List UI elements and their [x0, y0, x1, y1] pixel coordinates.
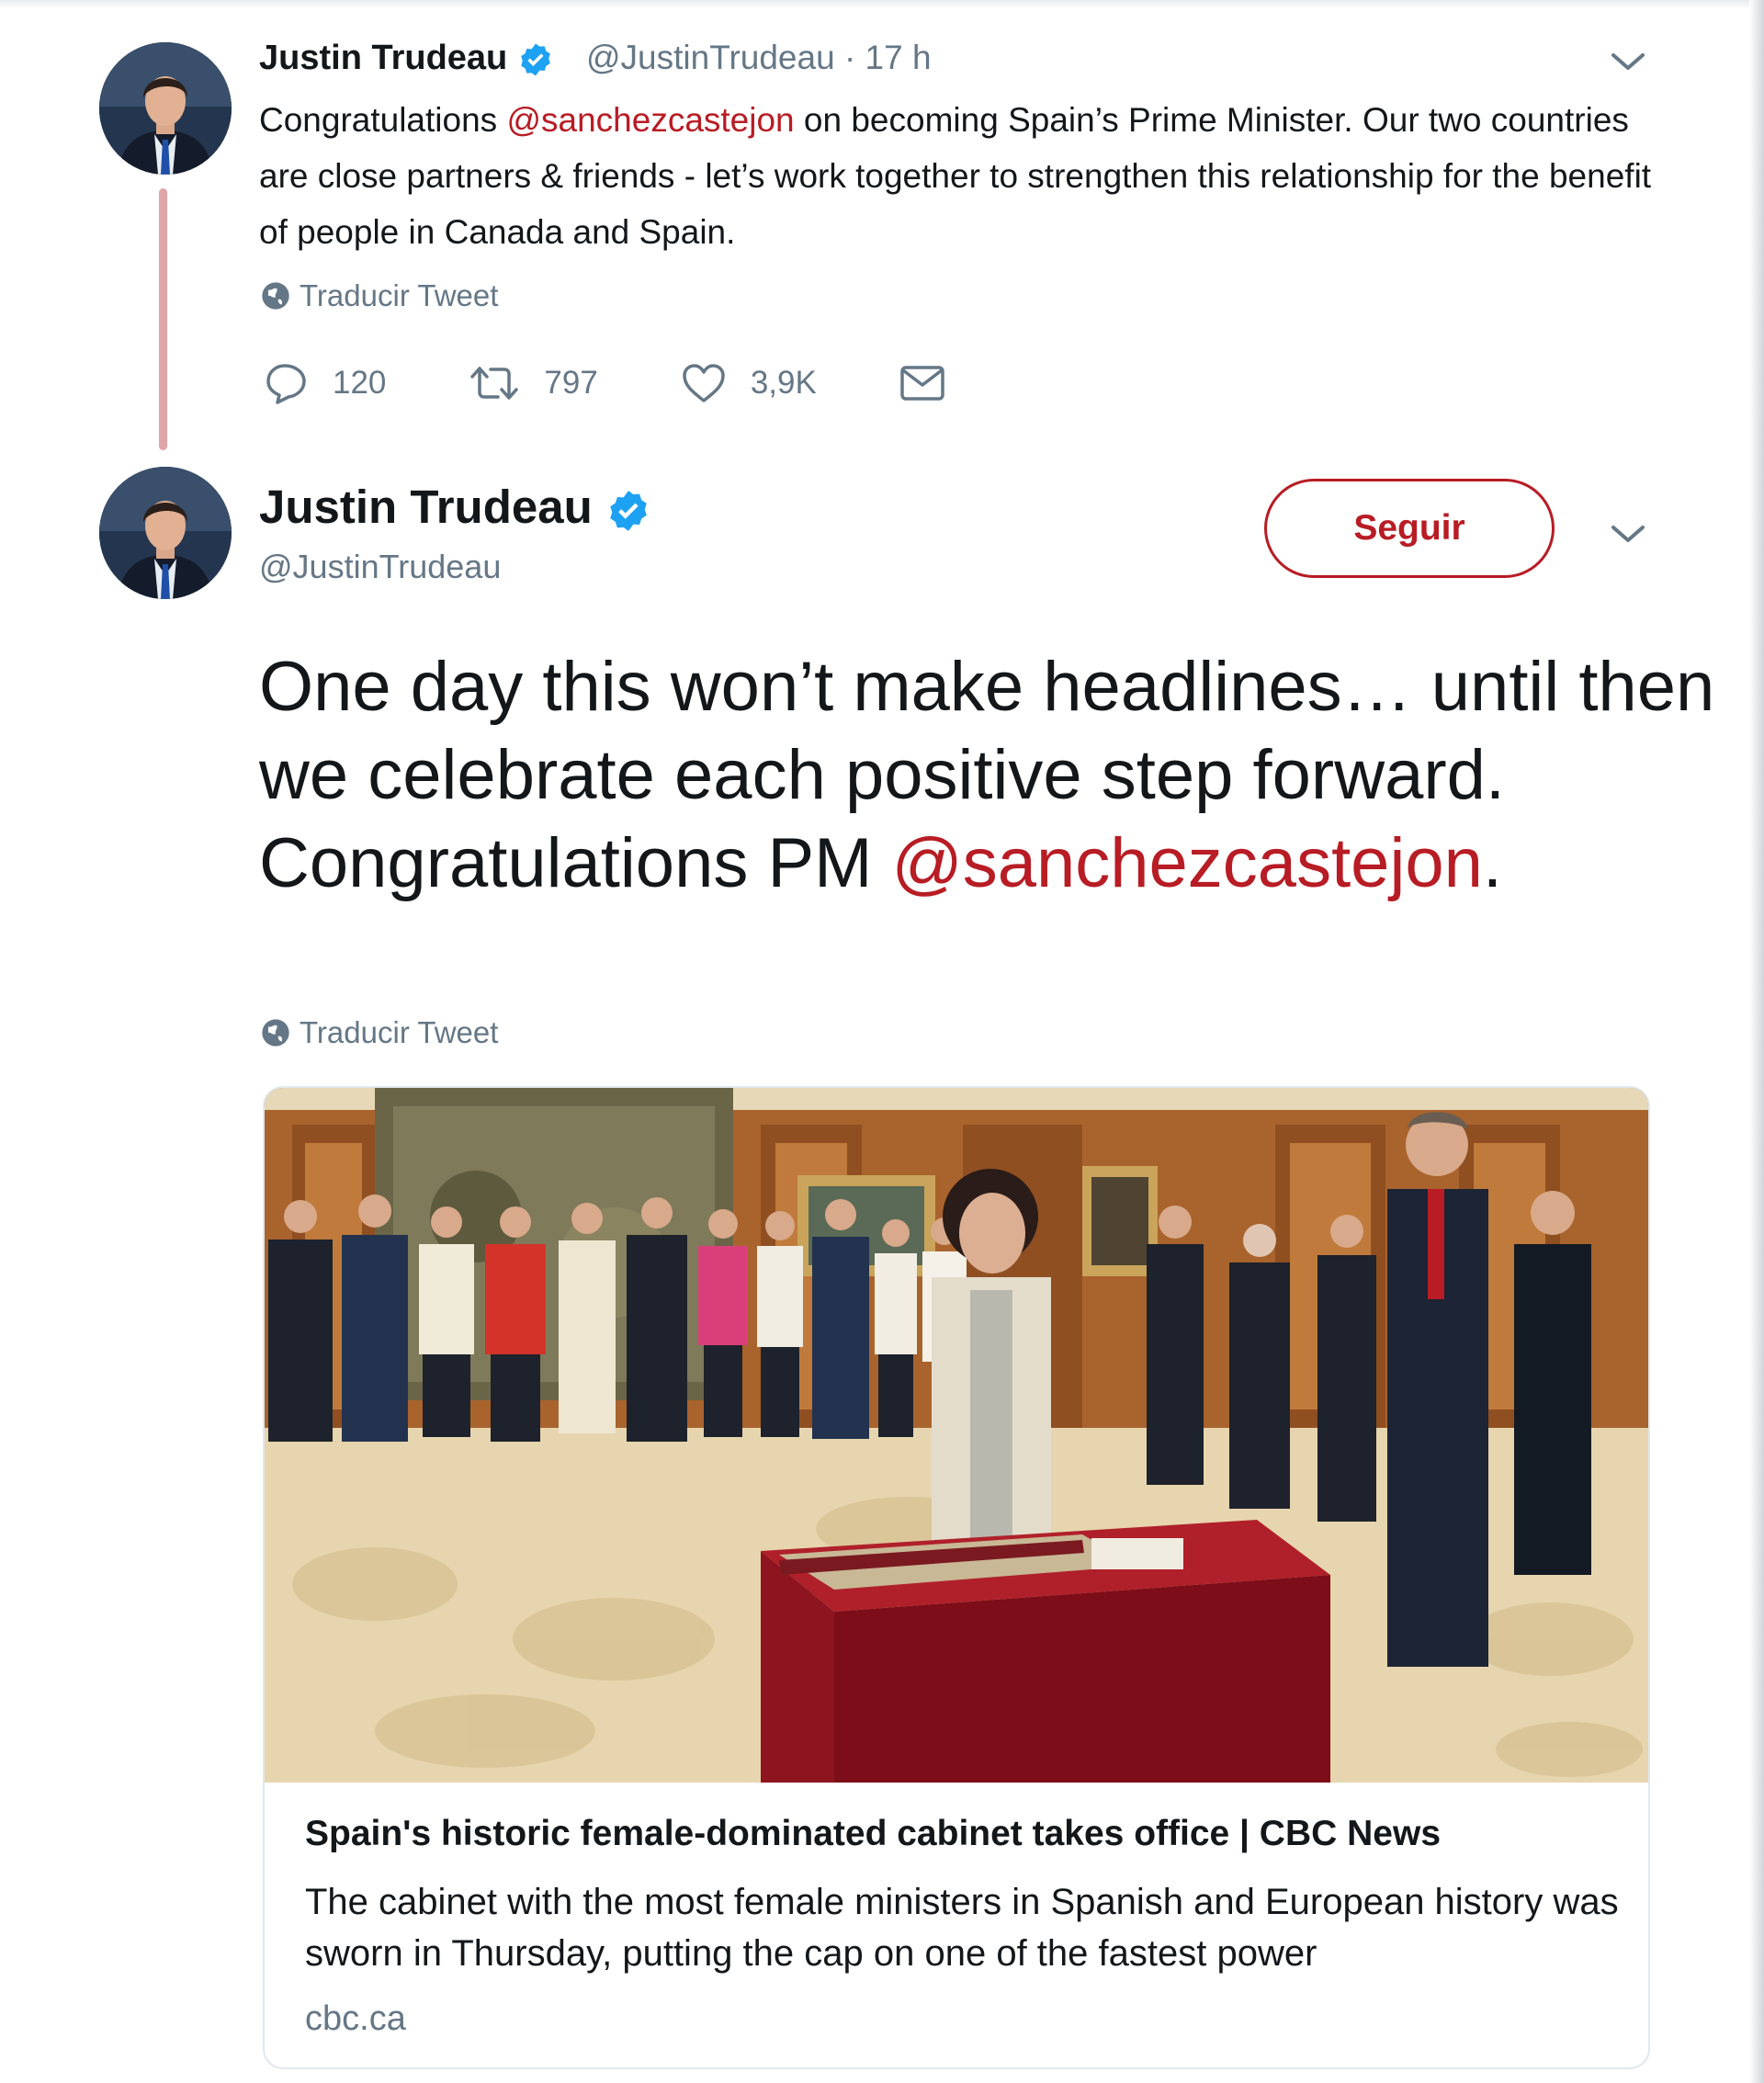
direct-message-button[interactable]	[899, 365, 945, 402]
tweet-actions: 120 797 3,9K	[265, 362, 1028, 404]
tweet-text: One day this won’t make headlines… until…	[259, 648, 1715, 902]
like-button[interactable]: 3,9K	[681, 363, 817, 403]
tweet-meta: @JustinTrudeau · 17 h	[586, 39, 932, 77]
retweet-count: 797	[544, 365, 598, 401]
globe-icon	[262, 1019, 289, 1047]
author-handle[interactable]: @JustinTrudeau	[259, 548, 501, 586]
tweet-menu-button[interactable]	[1608, 48, 1648, 80]
mention-link[interactable]: @sanchezcastejon	[506, 101, 794, 139]
translate-tweet-link[interactable]: Traducir Tweet	[261, 278, 498, 313]
tweet-menu-button[interactable]	[1608, 520, 1648, 552]
reply-button[interactable]: 120	[265, 362, 386, 404]
card-domain: cbc.ca	[305, 1999, 406, 2038]
follow-button[interactable]: Seguir	[1264, 479, 1555, 578]
author-handle[interactable]: @JustinTrudeau	[586, 39, 835, 76]
reply-icon	[266, 364, 306, 404]
card-photo	[265, 1088, 1648, 1783]
translate-tweet-link[interactable]: Traducir Tweet	[261, 1015, 498, 1050]
chevron-down-icon	[1611, 526, 1645, 542]
card-title[interactable]: Spain's historic female-dominated cabine…	[305, 1814, 1619, 1854]
scrollbar-edge[interactable]	[1749, 0, 1764, 2083]
retweet-icon	[470, 367, 519, 400]
chevron-down-icon	[1611, 53, 1645, 70]
meta-separator: ·	[843, 39, 856, 76]
avatar[interactable]	[99, 467, 232, 599]
link-preview-card[interactable]: Spain's historic female-dominated cabine…	[263, 1086, 1650, 2069]
avatar[interactable]	[99, 42, 232, 175]
verified-badge-icon	[521, 43, 550, 76]
like-count: 3,9K	[750, 365, 817, 401]
like-icon	[683, 364, 725, 402]
mention-link[interactable]: @sanchezcastejon	[892, 824, 1483, 902]
author-name[interactable]: Justin Trudeau	[259, 480, 651, 534]
globe-icon	[262, 282, 289, 310]
tweet-time[interactable]: 17 h	[865, 39, 932, 76]
thread-connector-line	[159, 188, 167, 450]
author-name[interactable]: Justin Trudeau	[259, 39, 554, 78]
retweet-button[interactable]: 797	[469, 365, 598, 402]
card-text: Spain's historic female-dominated cabine…	[305, 1814, 1619, 2039]
reply-count: 120	[333, 365, 387, 401]
verified-badge-icon	[610, 490, 647, 531]
card-description: The cabinet with the most female ministe…	[305, 1882, 1619, 1974]
message-icon	[900, 366, 944, 401]
window-top-edge	[0, 0, 1764, 9]
tweet-text: Congratulations @sanchezcastejon on beco…	[259, 101, 1652, 251]
